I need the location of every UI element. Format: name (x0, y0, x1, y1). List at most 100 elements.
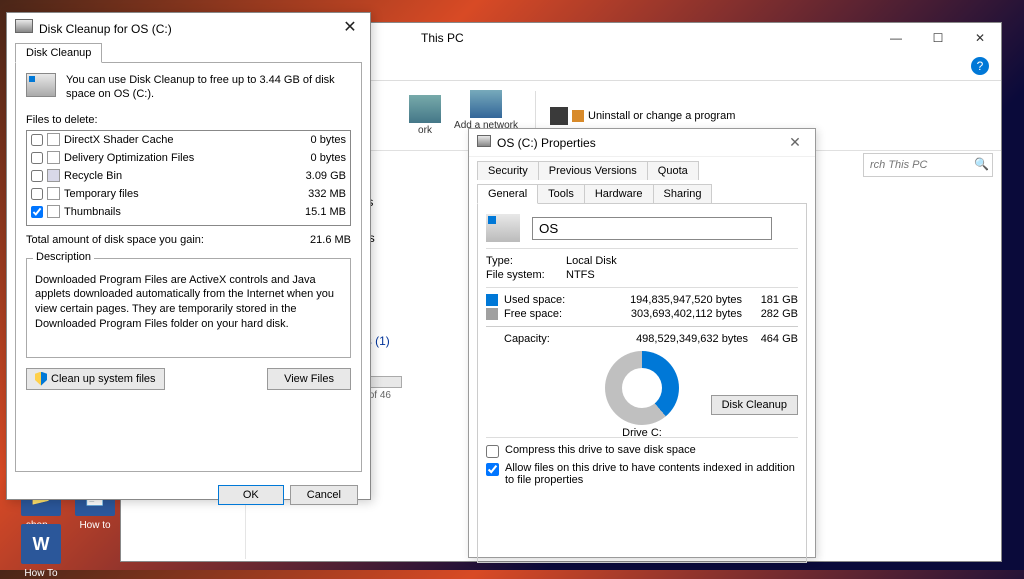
properties-dialog: OS (C:) Properties ✕ Security Previous V… (468, 128, 816, 558)
tab-sharing[interactable]: Sharing (653, 184, 713, 203)
drive-icon (486, 214, 520, 242)
file-row[interactable]: Delivery Optimization Files0 bytes (27, 149, 350, 167)
capacity-label: Capacity: (486, 333, 574, 345)
search-icon[interactable]: 🔍 (974, 157, 989, 171)
fs-label: File system: (486, 269, 566, 281)
shield-icon (35, 372, 47, 386)
file-size: 3.09 GB (290, 170, 346, 182)
file-size: 0 bytes (290, 152, 346, 164)
file-row[interactable]: Recycle Bin3.09 GB (27, 167, 350, 185)
drive-icon (15, 19, 33, 33)
file-size: 332 MB (290, 188, 346, 200)
monitor-icon (409, 95, 441, 123)
tab-prevversions[interactable]: Previous Versions (538, 161, 648, 180)
cleanup-message: You can use Disk Cleanup to free up to 3… (66, 73, 351, 102)
programs-icon (572, 110, 584, 122)
file-checkbox[interactable] (31, 134, 43, 146)
tab-hardware[interactable]: Hardware (584, 184, 654, 203)
file-row[interactable]: DirectX Shader Cache0 bytes (27, 131, 350, 149)
ok-button[interactable]: OK (218, 485, 284, 505)
used-color-icon (486, 294, 498, 306)
tabs: Disk Cleanup (15, 43, 362, 62)
dialog-title: Disk Cleanup for OS (C:) (39, 22, 172, 36)
compress-label: Compress this drive to save disk space (505, 444, 696, 456)
index-label: Allow files on this drive to have conten… (505, 462, 798, 486)
file-list[interactable]: DirectX Shader Cache0 bytes Delivery Opt… (26, 130, 351, 226)
file-row[interactable]: Thumbnails15.1 MB (27, 203, 350, 221)
tab-quota[interactable]: Quota (647, 161, 699, 180)
type-value: Local Disk (566, 255, 617, 267)
file-name: Thumbnails (64, 206, 290, 218)
icon-label: How to (79, 520, 110, 531)
window-controls: — ☐ ✕ (875, 23, 1001, 53)
description-box: Description Downloaded Program Files are… (26, 258, 351, 358)
total-value: 21.6 MB (310, 234, 351, 246)
file-icon (47, 151, 60, 164)
capacity-bytes: 498,529,349,632 bytes (574, 333, 748, 345)
minimize-button[interactable]: — (875, 23, 917, 53)
titlebar[interactable]: OS (C:) Properties ✕ (469, 129, 815, 157)
close-button[interactable]: ✕ (336, 17, 364, 37)
tabs-row1: Security Previous Versions Quota (477, 161, 807, 180)
titlebar[interactable]: Disk Cleanup for OS (C:) ✕ (7, 13, 370, 41)
search-container: 🔍 (863, 153, 993, 177)
tab-panel: Type:Local Disk File system:NTFS Used sp… (477, 203, 807, 563)
file-icon (47, 205, 60, 218)
recyclebin-icon (47, 169, 60, 182)
file-checkbox[interactable] (31, 188, 43, 200)
used-gb: 181 GB (748, 294, 798, 306)
index-checkbox[interactable] (486, 463, 499, 476)
globe-icon (470, 90, 502, 118)
help-icon[interactable]: ? (971, 57, 989, 75)
file-checkbox[interactable] (31, 152, 43, 164)
close-button[interactable]: ✕ (959, 23, 1001, 53)
drive-icon (477, 135, 491, 147)
free-gb: 282 GB (748, 308, 798, 320)
drive-name-input[interactable] (532, 217, 772, 240)
tab-security[interactable]: Security (477, 161, 539, 180)
drive-icon (26, 73, 56, 97)
description-text: Downloaded Program Files are ActiveX con… (35, 273, 342, 332)
tab-general[interactable]: General (477, 184, 538, 204)
label: Clean up system files (51, 373, 156, 385)
tool-network[interactable]: ork (409, 95, 441, 136)
type-label: Type: (486, 255, 566, 267)
tabs-row2: General Tools Hardware Sharing (477, 184, 807, 203)
file-icon (47, 133, 60, 146)
tab-disk-cleanup[interactable]: Disk Cleanup (15, 43, 102, 63)
gear-icon (550, 107, 568, 125)
disk-cleanup-dialog: Disk Cleanup for OS (C:) ✕ Disk Cleanup … (6, 12, 371, 500)
file-icon (47, 187, 60, 200)
capacity-gb: 464 GB (748, 333, 798, 345)
desktop-icon[interactable]: WHow To (6, 524, 76, 579)
cancel-button[interactable]: Cancel (290, 485, 358, 505)
clean-system-files-button[interactable]: Clean up system files (26, 368, 165, 390)
free-bytes: 303,693,402,112 bytes (580, 308, 742, 320)
label: Uninstall or change a program (588, 110, 735, 122)
total-label: Total amount of disk space you gain: (26, 234, 204, 246)
uninstall-program[interactable]: Uninstall or change a program (550, 107, 735, 125)
file-size: 0 bytes (290, 134, 346, 146)
close-button[interactable]: ✕ (781, 134, 809, 151)
used-label: Used space: (504, 294, 574, 306)
maximize-button[interactable]: ☐ (917, 23, 959, 53)
file-size: 15.1 MB (290, 206, 346, 218)
used-bytes: 194,835,947,520 bytes (580, 294, 742, 306)
file-name: DirectX Shader Cache (64, 134, 290, 146)
tool-programs: Uninstall or change a program (550, 107, 735, 125)
file-name: Delivery Optimization Files (64, 152, 290, 164)
tab-panel: You can use Disk Cleanup to free up to 3… (15, 62, 362, 472)
window-title: This PC (421, 31, 464, 45)
tab-tools[interactable]: Tools (537, 184, 585, 203)
view-files-button[interactable]: View Files (267, 368, 351, 390)
file-name: Temporary files (64, 188, 290, 200)
file-checkbox[interactable] (31, 170, 43, 182)
file-row[interactable]: Temporary files332 MB (27, 185, 350, 203)
compress-checkbox[interactable] (486, 445, 499, 458)
description-legend: Description (33, 251, 94, 263)
dialog-title: OS (C:) Properties (497, 136, 596, 150)
free-color-icon (486, 308, 498, 320)
file-checkbox[interactable] (31, 206, 43, 218)
tool-label: ork (418, 125, 432, 136)
disk-cleanup-button[interactable]: Disk Cleanup (711, 395, 798, 415)
